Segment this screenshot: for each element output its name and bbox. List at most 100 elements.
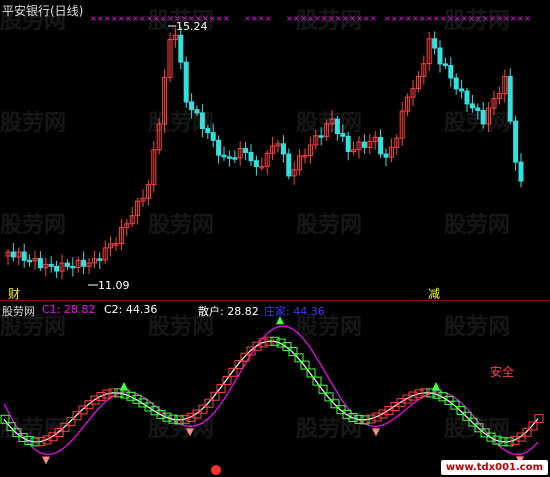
candle (151, 141, 157, 193)
candle (32, 250, 38, 270)
indicator-chart[interactable] (0, 301, 550, 477)
candle-body (183, 61, 189, 103)
signal-marker: × (314, 14, 321, 23)
candle (37, 251, 43, 272)
signal-marker: × (97, 14, 104, 23)
candle (54, 260, 60, 278)
indicator-name: 股劳网 (2, 305, 35, 318)
candle-body (232, 157, 238, 160)
signal-marker: × (405, 14, 412, 23)
signal-marker: × (286, 14, 293, 23)
candle-body (361, 141, 367, 148)
candle (124, 219, 130, 237)
candle (5, 249, 11, 265)
signal-marker: × (328, 14, 335, 23)
candle (194, 105, 200, 117)
candle (415, 71, 421, 93)
candle (81, 251, 87, 275)
signal-marker: × (489, 14, 496, 23)
signal-marker: × (475, 14, 482, 23)
candle-body (507, 75, 513, 122)
c1-legend: C1: 28.82 (42, 303, 95, 316)
c1-value: 28.82 (63, 303, 96, 316)
candle (351, 141, 357, 155)
candle (232, 150, 238, 164)
candle-body (253, 160, 259, 168)
buy-dot (211, 465, 221, 475)
candle-body (178, 34, 184, 63)
signal-marker: × (104, 14, 111, 23)
candle (367, 134, 373, 155)
candle-body (243, 148, 249, 153)
candle (324, 119, 330, 142)
candle (167, 32, 173, 82)
candle (253, 155, 259, 176)
signal-marker: × (90, 14, 97, 23)
candle (286, 148, 292, 180)
candle (480, 101, 486, 129)
safe-annotation: 安全 (490, 365, 515, 379)
candle (210, 123, 216, 148)
candle (21, 243, 27, 268)
candle-body (10, 251, 16, 258)
signal-marker: × (496, 14, 503, 23)
candle-body (64, 262, 70, 267)
candle (291, 161, 297, 185)
candle (189, 93, 195, 119)
candle (372, 130, 378, 150)
candle (399, 102, 405, 146)
max-price-label: 15.24 (176, 20, 208, 33)
candle-body (248, 151, 254, 162)
signal-marker: × (517, 14, 524, 23)
candle (27, 254, 33, 267)
candle (270, 136, 276, 161)
signal-marker: × (454, 14, 461, 23)
signal-marker: × (139, 14, 146, 23)
candle (135, 197, 141, 225)
candle (145, 180, 151, 206)
candle-body (480, 109, 486, 125)
candle (129, 206, 135, 228)
candle (329, 110, 335, 133)
signal-marker: × (461, 14, 468, 23)
candle-body (210, 132, 216, 141)
candle (410, 79, 416, 107)
price-chart-panel[interactable]: × × × × × × × × × × × × × × × × × × × × × × × × × × × × × × × × × × × × × × × ×… (0, 0, 550, 301)
signal-marker: × (132, 14, 139, 23)
candle (108, 236, 114, 257)
candle (334, 115, 340, 141)
signal-marker: × (307, 14, 314, 23)
candle-body (453, 77, 459, 90)
candle-body (205, 128, 211, 134)
signal-marker: × (153, 14, 160, 23)
candle (216, 135, 222, 164)
candle-body (21, 251, 27, 261)
c1-label: C1: (42, 303, 61, 316)
step-box (0, 414, 10, 424)
candle (340, 124, 346, 143)
candle (264, 149, 270, 175)
candle (453, 73, 459, 95)
signal-marker: × (412, 14, 419, 23)
candle-body (378, 136, 384, 155)
candle (156, 118, 162, 155)
buy-arrow (42, 456, 50, 465)
candle-body (280, 143, 286, 155)
signal-marker: × (300, 14, 307, 23)
sell-arrow (432, 381, 440, 390)
candle-body (194, 109, 200, 114)
signal-marker: × (468, 14, 475, 23)
candle-body (345, 135, 351, 153)
candle-body (437, 47, 443, 65)
candle-body (37, 257, 43, 269)
candle (405, 93, 411, 117)
candle (475, 103, 481, 120)
candle (237, 141, 243, 166)
candlestick-chart[interactable]: × × × × × × × × × × × × × × × × × × × × × × × × × × × × × × × × × × × × × × × ×… (0, 0, 550, 300)
candle-body (54, 265, 60, 272)
signal-marker: × (160, 14, 167, 23)
signal-marker: × (426, 14, 433, 23)
indicator-panel[interactable]: 股劳网 C1: 28.82 C2: 44.36 散户: 28.82 庄家: 44… (0, 301, 550, 477)
candle-body (340, 133, 346, 137)
candle-body (221, 154, 227, 158)
